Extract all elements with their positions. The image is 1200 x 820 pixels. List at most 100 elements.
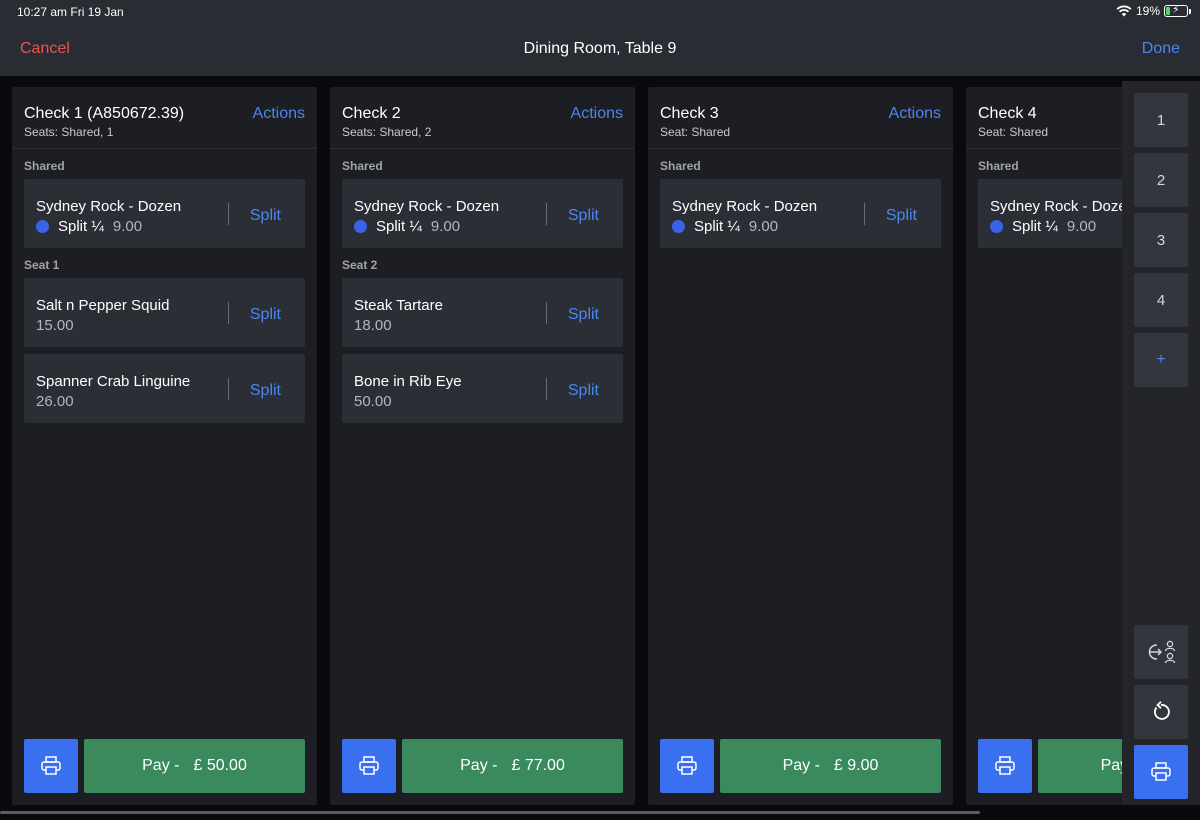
section-label: Shared [660,159,701,173]
order-item[interactable]: Salt n Pepper Squid 15.00 Split [24,278,305,347]
print-check-button[interactable] [342,739,396,793]
split-button[interactable]: Split [250,207,281,225]
check-header: Check 4Seat: SharedActions [966,87,1122,149]
order-item[interactable]: Sydney Rock - DozenSplit ¼9.00Split [660,179,941,248]
item-divider [228,203,229,225]
split-button[interactable]: Split [250,306,281,324]
checks-scroll-area[interactable]: Check 1 (A850672.39) Seats: Shared, 1 Acti… [12,87,1122,805]
item-price: 9.00 [748,218,779,235]
actions-button[interactable]: Actions [889,105,941,123]
check-header: Check 1 (A850672.39) Seats: Shared, 1 Acti… [12,87,317,149]
item-price: 9.00 [1066,218,1097,235]
split-button[interactable]: Split [568,306,599,324]
printer-icon [677,756,697,775]
item-divider [864,203,865,225]
order-item[interactable]: Sydney Rock - DozenSplit ¼9.00Split [978,179,1122,248]
seat-button[interactable]: 4 [1134,273,1188,327]
item-price: 26.00 [36,393,74,410]
print-check-button[interactable] [24,739,78,793]
printer-icon [41,756,61,775]
split-indicator-dot [990,220,1003,233]
actions-button[interactable]: Actions [571,105,623,123]
item-split-tag: Split ¼ [58,218,104,235]
wifi-icon [1116,5,1132,17]
check-title: Check 2 [342,105,401,122]
move-to-seat-button[interactable] [1134,625,1188,679]
seat-sidebar: 1 2 3 4 + [1122,81,1200,805]
check-seats: Seat: Shared [660,125,731,139]
seat-button[interactable]: 2 [1134,153,1188,207]
order-item[interactable]: Bone in Rib Eye 50.00 Split [342,354,623,423]
check-header: Check 2 Seats: Shared, 2 Actions [330,87,635,149]
item-detail: Split ¼ 9.00 [36,218,142,235]
order-item[interactable]: Spanner Crab Linguine 26.00 Split [24,354,305,423]
check-column: Check 2 Seats: Shared, 2 Actions Shared Sydn… [330,87,635,805]
item-name: Steak Tartare [354,297,443,314]
item-price: 9.00 [430,218,461,235]
horizontal-scroll-indicator [0,811,980,814]
pay-label: Pay - [460,757,498,774]
split-button[interactable]: Split [250,382,281,400]
print-check-button[interactable] [978,739,1032,793]
seat-button[interactable]: 3 [1134,213,1188,267]
battery-icon: ⚡ [1164,4,1191,17]
pay-button[interactable]: Pay - £ 50.00 [84,739,305,793]
split-button[interactable]: Split [886,207,917,225]
actions-button[interactable]: Actions [253,105,305,123]
order-item[interactable]: Steak Tartare 18.00 Split [342,278,623,347]
check-header: Check 3 Seat: Shared Actions [648,87,953,149]
item-divider [546,203,547,225]
check-title: Check 4 [978,105,1037,122]
section-label: Seat 1 [24,258,60,272]
item-detail: Split ¼ 9.00 [990,218,1096,235]
item-split-tag: Split ¼ [376,218,422,235]
undo-button[interactable] [1134,685,1188,739]
battery-percent: 19% [1135,4,1160,18]
section-label: Shared [342,159,383,173]
printer-icon [1151,762,1171,781]
split-indicator-dot [36,220,49,233]
check-seats: Seats: Shared, 2 [342,125,432,139]
item-price: 15.00 [36,317,74,334]
item-name: Sydney Rock - Dozen [354,198,500,215]
check-footer: Pay -£ 9.00 [660,739,941,793]
split-button[interactable]: Split [568,207,599,225]
move-guests-icon [1148,640,1176,664]
split-button[interactable]: Split [568,382,599,400]
section-label: Shared [978,159,1019,173]
pay-label: Pay - [142,757,180,774]
split-indicator-dot [672,220,685,233]
print-check-button[interactable] [660,739,714,793]
pay-button[interactable]: Pay -£ 9.00 [720,739,941,793]
print-all-button[interactable] [1134,745,1188,799]
item-detail: Split ¼ 9.00 [354,218,460,235]
undo-icon [1154,701,1170,720]
item-split-tag: Split ¼ [1012,218,1058,235]
pay-button[interactable]: Pay -£ 9.00 [1038,739,1122,793]
item-price: 50.00 [354,393,392,410]
pay-button[interactable]: Pay - £ 77.00 [402,739,623,793]
page-title: Dining Room, Table 9 [523,40,677,57]
check-column: Check 4Seat: SharedActionsSharedSydney R… [966,87,1122,805]
done-button[interactable]: Done [1142,40,1180,58]
check-footer: Pay - £ 50.00 [24,739,305,793]
seat-button[interactable]: 1 [1134,93,1188,147]
order-item[interactable]: Sydney Rock - DozenSplit ¼9.00Split [24,179,305,248]
item-detail: 26.00 [36,393,74,410]
check-column: Check 3 Seat: Shared Actions Shared Sydney R… [648,87,953,805]
item-divider [228,302,229,324]
section-label: Shared [24,159,65,173]
item-divider [546,302,547,324]
pay-label: Pay - [1100,757,1122,774]
add-seat-button[interactable]: + [1134,333,1188,387]
item-price: 18.00 [354,317,392,334]
pay-amount: £ 50.00 [193,757,247,774]
check-seats: Seat: Shared [978,125,1049,139]
split-indicator-dot [354,220,367,233]
status-bar: 10:27 am Fri 19 Jan 19% ⚡ [0,0,1200,24]
item-price: 9.00 [112,218,143,235]
check-footer: Pay -£ 9.00 [978,739,1122,793]
order-item[interactable]: Sydney Rock - Dozen Split ¼ 9.00 Split [342,179,623,248]
item-divider [228,378,229,400]
check-title: Check 3 [660,105,719,122]
